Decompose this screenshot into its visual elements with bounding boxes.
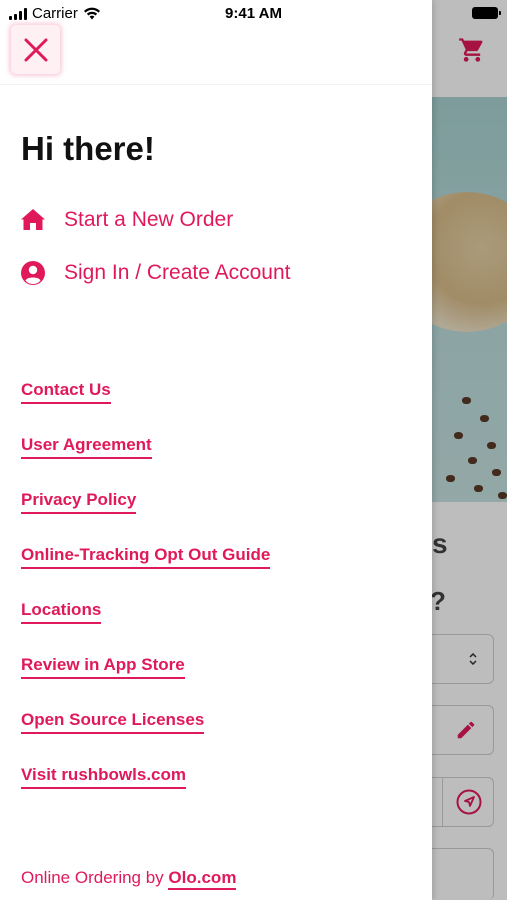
contact-us-link[interactable]: Contact Us: [21, 380, 111, 404]
status-bar: Carrier 9:41 AM: [0, 0, 507, 28]
start-new-order-label: Start a New Order: [64, 208, 234, 231]
user-agreement-link[interactable]: User Agreement: [21, 435, 152, 459]
olo-link[interactable]: Olo.com: [168, 868, 237, 890]
status-time: 9:41 AM: [225, 5, 282, 22]
drawer-footer: Online Ordering by Olo.com: [21, 868, 237, 890]
close-button[interactable]: [11, 25, 60, 74]
locations-link[interactable]: Locations: [21, 600, 102, 624]
greeting-heading: Hi there!: [21, 130, 155, 167]
privacy-policy-link[interactable]: Privacy Policy: [21, 490, 137, 514]
visit-website-link[interactable]: Visit rushbowls.com: [21, 765, 187, 789]
review-app-store-link[interactable]: Review in App Store: [21, 655, 185, 679]
close-icon: [24, 38, 47, 61]
start-new-order-item[interactable]: Start a New Order: [20, 207, 233, 233]
sign-in-item[interactable]: Sign In / Create Account: [20, 260, 290, 286]
drawer-scrim[interactable]: [432, 0, 507, 900]
tracking-opt-out-link[interactable]: Online-Tracking Opt Out Guide: [21, 545, 271, 569]
footer-prefix: Online Ordering by: [21, 868, 164, 887]
sign-in-label: Sign In / Create Account: [64, 261, 291, 284]
user-circle-icon: [21, 261, 45, 285]
battery-icon: [472, 7, 501, 19]
navigation-drawer: Hi there! Start a New Order Sign In / Cr…: [0, 0, 432, 900]
home-icon: [21, 209, 45, 230]
open-source-licenses-link[interactable]: Open Source Licenses: [21, 710, 205, 734]
